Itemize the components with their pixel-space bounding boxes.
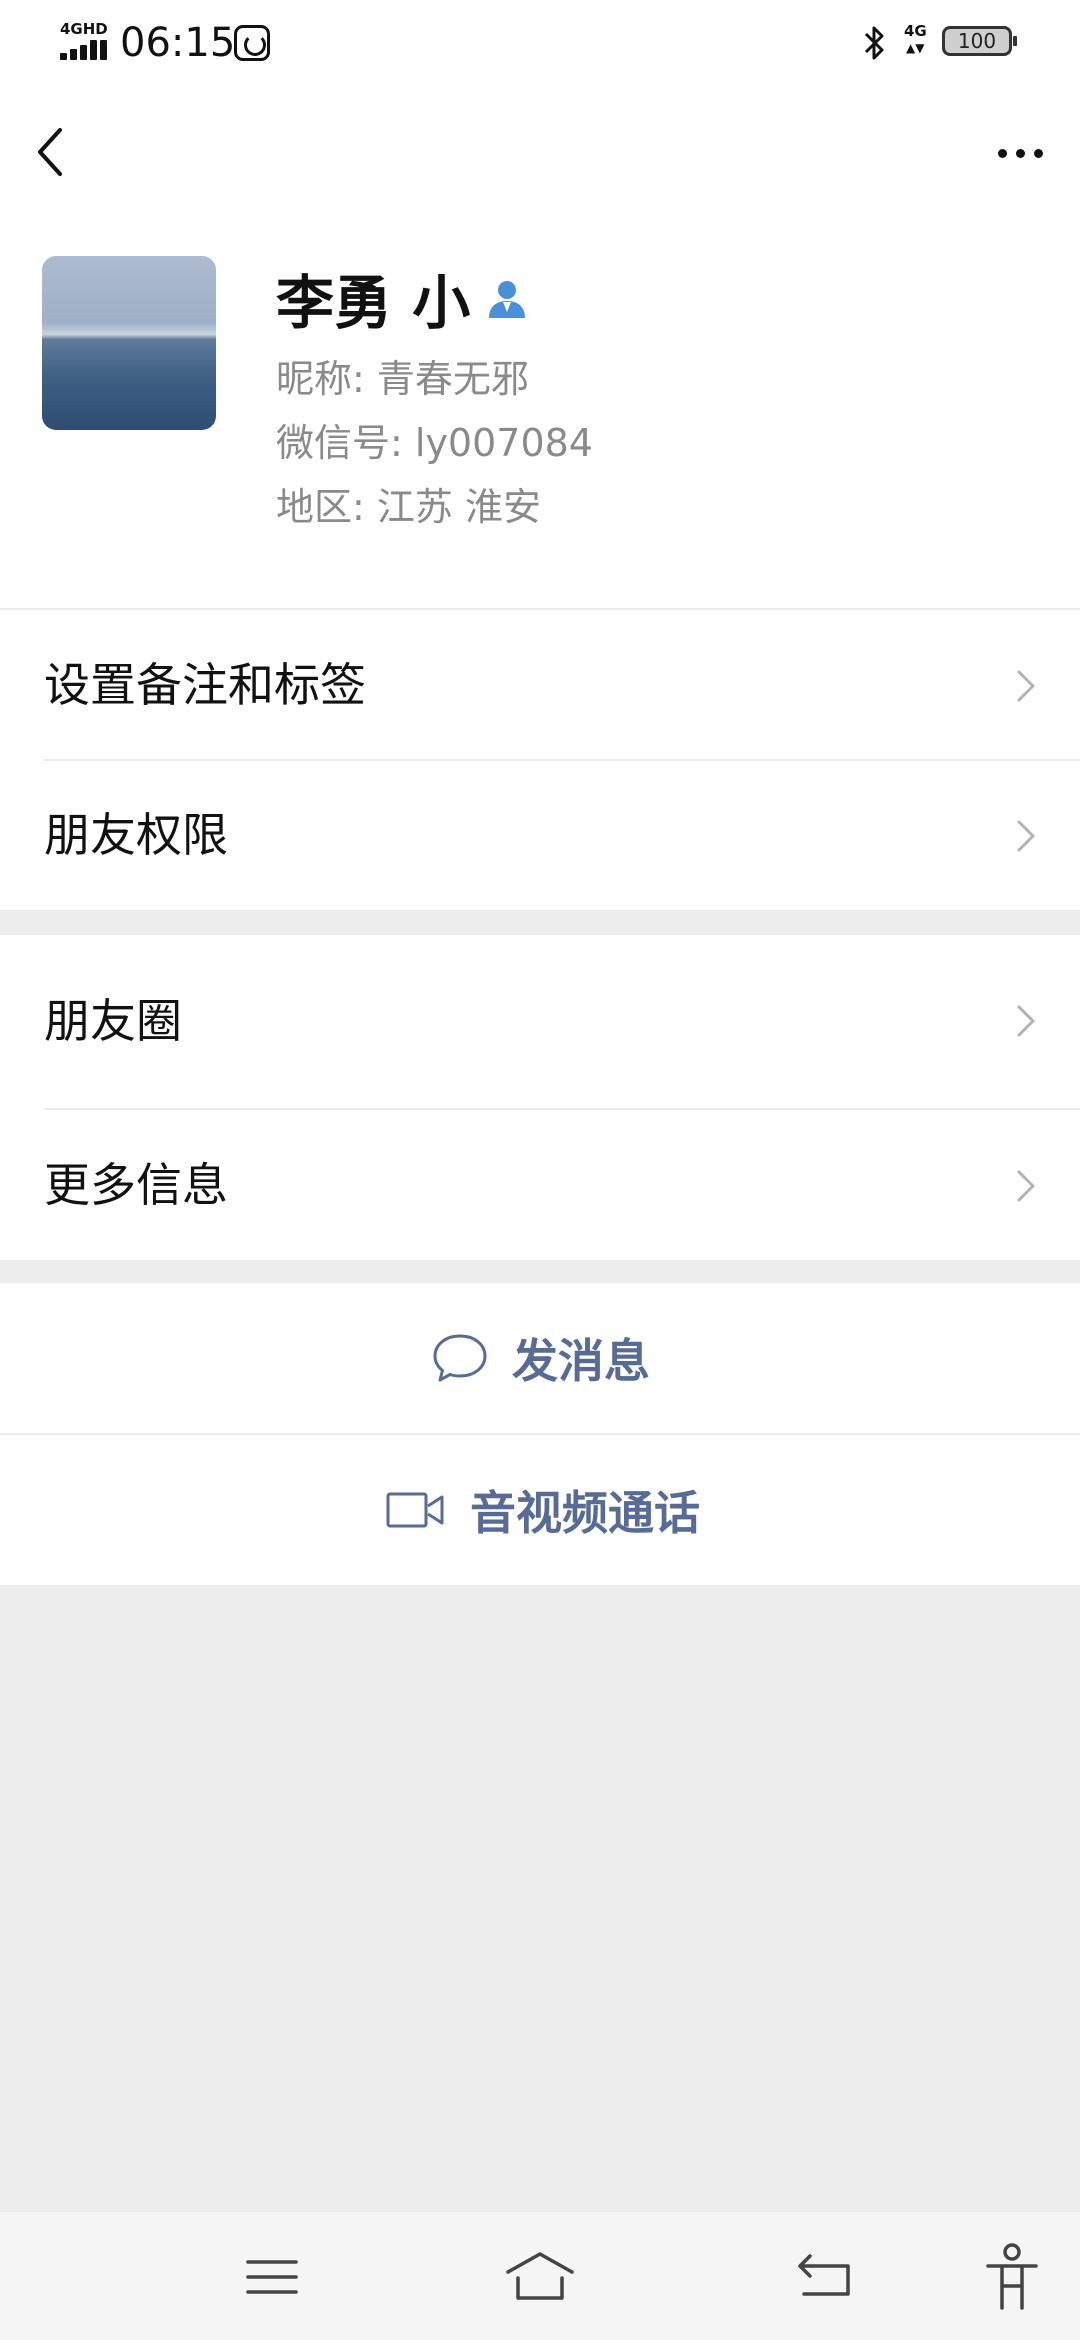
bluetooth-icon xyxy=(864,26,884,60)
wechat-id-text: 微信号: ly007084 xyxy=(276,421,593,465)
list-item-label: 更多信息 xyxy=(44,1158,228,1212)
network-type-label: 4GHD xyxy=(60,20,108,38)
system-nav-bar xyxy=(0,2212,1080,2340)
status-bar: 4GHD 06:15 4G ▲▼ 100 xyxy=(0,0,1080,86)
nickname-text: 昵称: 青春无邪 xyxy=(276,357,529,401)
signal-icon xyxy=(60,40,107,60)
return-icon xyxy=(798,2254,850,2296)
list-item-label: 设置备注和标签 xyxy=(44,658,366,712)
list-item-label: 朋友权限 xyxy=(44,808,228,862)
accessibility-button[interactable] xyxy=(972,2242,1052,2312)
region-text: 地区: 江苏 淮安 xyxy=(276,485,541,529)
name-row: 李勇 小 xyxy=(276,256,529,337)
list-item-label: 朋友圈 xyxy=(44,994,182,1048)
battery-level: 100 xyxy=(957,29,997,53)
app-notification-icon xyxy=(234,25,270,61)
video-call-button[interactable]: 音视频通话 xyxy=(0,1435,1080,1585)
more-button[interactable] xyxy=(980,120,1060,184)
list-item-moments[interactable]: 朋友圈 xyxy=(0,935,1080,1108)
menu-icon xyxy=(246,2260,298,2294)
person-icon xyxy=(489,281,526,318)
list-item-remark-tags[interactable]: 设置备注和标签 xyxy=(0,610,1080,760)
chevron-right-icon xyxy=(1017,820,1035,852)
chevron-right-icon xyxy=(1017,670,1035,702)
chat-bubble-icon xyxy=(433,1334,487,1382)
send-message-label: 发消息 xyxy=(512,1334,650,1388)
return-button[interactable] xyxy=(786,2242,866,2312)
data-arrows-icon: ▲▼ xyxy=(906,41,925,55)
battery-icon: 100 xyxy=(942,26,1017,56)
status-time: 06:15 xyxy=(120,20,236,66)
home-icon xyxy=(506,2252,574,2300)
avatar[interactable] xyxy=(42,256,216,430)
top-nav-bar xyxy=(0,86,1080,216)
more-dots-icon xyxy=(998,149,1007,158)
menu-button[interactable] xyxy=(232,2242,312,2312)
video-camera-icon xyxy=(386,1492,444,1528)
chevron-right-icon xyxy=(1017,1170,1035,1202)
list-item-more-info[interactable]: 更多信息 xyxy=(0,1110,1080,1260)
home-button[interactable] xyxy=(500,2242,580,2312)
menu-group-settings: 设置备注和标签 朋友权限 xyxy=(0,608,1080,910)
status-right: 4G ▲▼ 100 xyxy=(862,20,1022,66)
video-call-label: 音视频通话 xyxy=(470,1486,700,1540)
back-button[interactable] xyxy=(28,120,84,184)
menu-group-info: 朋友圈 更多信息 xyxy=(0,935,1080,1260)
chevron-right-icon xyxy=(1017,1005,1035,1037)
network-4g-label: 4G xyxy=(904,22,927,40)
chevron-left-icon xyxy=(38,128,62,176)
accessibility-icon xyxy=(986,2243,1038,2310)
send-message-button[interactable]: 发消息 xyxy=(0,1283,1080,1433)
contact-name: 李勇 小 xyxy=(276,269,471,337)
list-item-friend-permissions[interactable]: 朋友权限 xyxy=(0,760,1080,910)
profile-card: 李勇 小 昵称: 青春无邪 微信号: ly007084 地区: 江苏 淮安 xyxy=(0,216,1080,608)
contact-profile-page: 4GHD 06:15 4G ▲▼ 100 李勇 小 昵称: 青春无邪 微信号: … xyxy=(0,0,1080,2340)
